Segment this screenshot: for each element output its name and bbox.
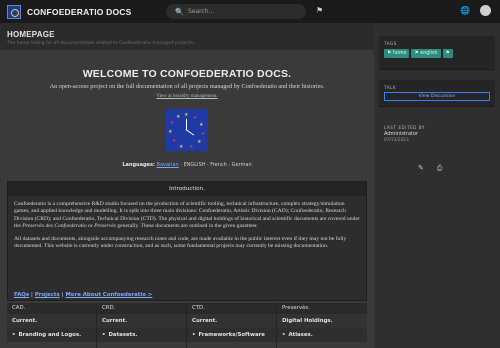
last-edited-label: LAST EDITED BY bbox=[384, 125, 425, 130]
view-discussion-button[interactable]: View Discussion bbox=[384, 92, 490, 101]
introduction-body: Confoederatio is a comprehensive R&D stu… bbox=[8, 196, 366, 250]
division-header: CRD. bbox=[97, 303, 186, 314]
introduction-heading: Introduction. bbox=[8, 182, 366, 196]
division-column-crd: CRD. Current. • Datasets. bbox=[97, 303, 187, 348]
language-current-link[interactable]: Bavarian bbox=[157, 162, 179, 168]
main-content: WELCOME TO CONFOEDERATIO DOCS. An open-a… bbox=[0, 50, 374, 348]
tags-icon[interactable]: ⚑ bbox=[316, 6, 323, 15]
last-edited-by[interactable]: Administrator bbox=[384, 131, 418, 137]
language-other-links[interactable]: · ENGLISH · French · German bbox=[180, 162, 251, 168]
confoederatio-flag-image: ★ ★ ★ ★ ★ ★ ★ ★ ★ ★ ★ bbox=[166, 109, 208, 151]
account-icon[interactable] bbox=[480, 5, 491, 16]
division-header: CTD. bbox=[187, 303, 276, 314]
tags-label: TAGS bbox=[384, 41, 397, 46]
introduction-links: FAQs | Projects | More About Confoederatio > bbox=[14, 292, 153, 298]
division-item[interactable]: • Branding and Logos. bbox=[7, 328, 96, 342]
division-item[interactable]: • Frameworks/Software bbox=[187, 328, 276, 342]
introduction-paragraph-2: All datasets and documents, alongside ac… bbox=[14, 235, 347, 250]
division-column-preserves: Preservès. Digital Holdings. • Atlases. bbox=[277, 303, 367, 348]
page-title: HOMEPAGE bbox=[7, 30, 55, 39]
last-edited-card: LAST EDITED BY Administrator 07/13/2023 bbox=[379, 120, 495, 148]
heraldry-link[interactable]: View at heraldry management. bbox=[0, 94, 374, 99]
division-subheader: Current. bbox=[187, 314, 276, 328]
tag-list: ⚑ home ⚑ english ⚑ bbox=[384, 49, 453, 58]
last-edited-date: 07/13/2023 bbox=[384, 138, 409, 143]
page-actions: ✎ ⎙ bbox=[418, 164, 455, 173]
division-column-ctd: CTD. Current. • Frameworks/Software bbox=[187, 303, 277, 348]
tag-home[interactable]: ⚑ home bbox=[384, 49, 410, 58]
print-icon[interactable]: ⎙ bbox=[437, 164, 443, 172]
division-header: Preservès. bbox=[277, 303, 367, 314]
talk-label: TALK bbox=[384, 85, 397, 90]
top-navigation-bar: CONFOEDERATIO DOCS 🔍 Search... ⚑ 🌐 bbox=[0, 0, 500, 23]
globe-icon[interactable]: 🌐 bbox=[460, 6, 470, 15]
introduction-box: Introduction. Confoederatio is a compreh… bbox=[7, 181, 367, 301]
search-placeholder: Search... bbox=[188, 8, 215, 15]
division-column-cad: CAD. Current. • Branding and Logos. bbox=[7, 303, 97, 348]
tag-english[interactable]: ⚑ english bbox=[411, 49, 441, 58]
languages-label: Languages: bbox=[122, 162, 155, 168]
logo-icon[interactable] bbox=[7, 4, 21, 19]
tags-card: TAGS ⚑ home ⚑ english ⚑ bbox=[379, 36, 495, 70]
intro-text: An open-access project on the full docum… bbox=[49, 83, 325, 90]
search-input[interactable]: 🔍 Search... bbox=[166, 4, 306, 19]
division-subheader: Digital Holdings. bbox=[277, 314, 367, 328]
sidebar: TAGS ⚑ home ⚑ english ⚑ TALK View Discus… bbox=[374, 23, 500, 348]
talk-card: TALK View Discussion bbox=[379, 80, 495, 107]
division-item[interactable]: • Atlases. bbox=[277, 328, 367, 342]
page-subtitle: The home listing for all documentation r… bbox=[7, 41, 195, 46]
division-subheader: Current. bbox=[7, 314, 96, 328]
projects-link[interactable]: Projects bbox=[35, 292, 60, 298]
welcome-heading: WELCOME TO CONFOEDERATIO DOCS. bbox=[82, 68, 292, 80]
more-about-link[interactable]: More About Confoederatio > bbox=[66, 292, 153, 298]
search-icon: 🔍 bbox=[175, 7, 184, 16]
division-subheader: Current. bbox=[97, 314, 186, 328]
introduction-paragraph-1: Confoederatio is a comprehensive R&D stu… bbox=[14, 201, 360, 230]
add-tag-button[interactable]: ⚑ bbox=[442, 49, 453, 58]
faqs-link[interactable]: FAQs bbox=[14, 292, 29, 298]
divisions-table: CAD. Current. • Branding and Logos. CRD. … bbox=[7, 303, 367, 348]
edit-icon[interactable]: ✎ bbox=[418, 164, 424, 172]
site-title[interactable]: CONFOEDERATIO DOCS bbox=[27, 7, 132, 17]
division-header: CAD. bbox=[7, 303, 96, 314]
language-selector: Languages: Bavarian · ENGLISH · French ·… bbox=[0, 162, 374, 168]
division-item[interactable]: • Datasets. bbox=[97, 328, 186, 342]
